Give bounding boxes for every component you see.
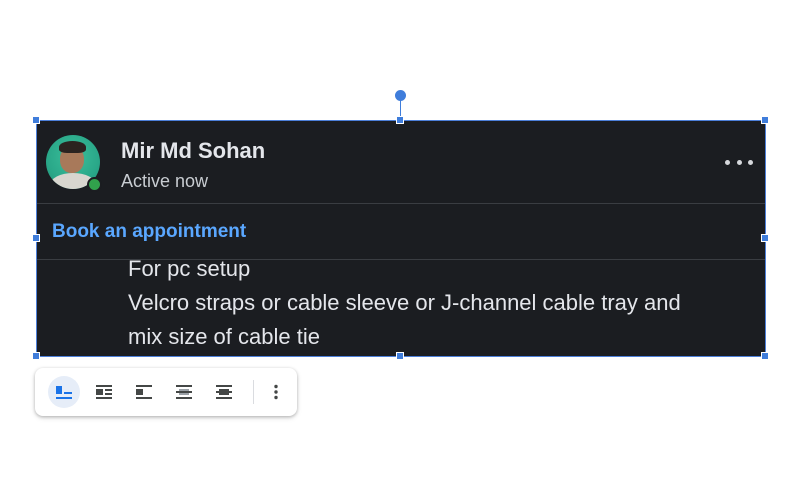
contact-name: Mir Md Sohan	[121, 138, 266, 163]
resize-handle-top[interactable]	[396, 116, 404, 124]
document-canvas: Mir Md Sohan Active now Book an appointm…	[0, 0, 800, 500]
resize-handle-bottom-right[interactable]	[761, 352, 769, 360]
behind-text-button[interactable]	[168, 376, 200, 408]
wrap-text-icon	[96, 385, 112, 399]
chat-message: For pc setup Velcro straps or cable slee…	[128, 252, 738, 354]
more-options-button[interactable]	[260, 376, 292, 408]
image-options-toolbar	[35, 368, 297, 416]
message-line: Velcro straps or cable sleeve or J-chann…	[128, 290, 681, 315]
message-line: mix size of cable tie	[128, 324, 320, 349]
rotate-handle[interactable]	[395, 90, 406, 101]
resize-handle-bottom-left[interactable]	[32, 352, 40, 360]
resize-handle-bottom[interactable]	[396, 352, 404, 360]
inline-wrap-button[interactable]	[48, 376, 80, 408]
message-line: For pc setup	[128, 256, 251, 281]
behind-text-icon	[176, 385, 192, 399]
chat-header: Mir Md Sohan Active now	[36, 120, 765, 204]
wrap-text-button[interactable]	[88, 376, 120, 408]
embedded-chat-image[interactable]: Mir Md Sohan Active now Book an appointm…	[36, 120, 765, 356]
resize-handle-top-right[interactable]	[761, 116, 769, 124]
in-front-of-text-icon	[216, 385, 232, 399]
break-text-button[interactable]	[128, 376, 160, 408]
more-vertical-icon	[274, 384, 278, 400]
active-status-text: Active now	[121, 171, 209, 191]
toolbar-divider	[253, 380, 254, 404]
book-appointment-link: Book an appointment	[52, 221, 247, 242]
online-status-dot	[87, 177, 102, 192]
inline-wrap-icon	[56, 386, 72, 399]
more-horizontal-icon	[725, 152, 753, 172]
in-front-of-text-button[interactable]	[208, 376, 240, 408]
resize-handle-top-left[interactable]	[32, 116, 40, 124]
resize-handle-right[interactable]	[761, 234, 769, 242]
break-text-icon	[136, 385, 152, 399]
resize-handle-left[interactable]	[32, 234, 40, 242]
